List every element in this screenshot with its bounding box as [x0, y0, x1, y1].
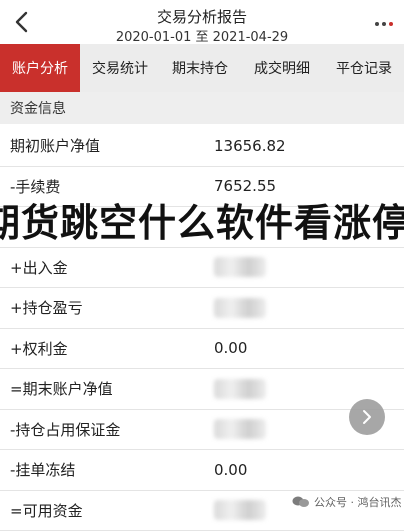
redacted-value: [214, 419, 266, 439]
list-item: 期初账户净值 13656.82: [0, 126, 404, 167]
tab-bar: 账户分析 交易统计 期末持仓 成交明细 平仓记录: [0, 44, 404, 92]
watermark: 公众号 · 鸿台讯杰: [292, 492, 402, 512]
list-item: =期末账户净值: [0, 369, 404, 410]
next-button[interactable]: [349, 399, 385, 435]
page-title: 交易分析报告: [0, 6, 404, 27]
row-label: -挂单冻结: [10, 459, 75, 480]
tab-account-analysis[interactable]: 账户分析: [0, 44, 80, 92]
redacted-value: [214, 379, 266, 399]
list-item: +权利金 0.00: [0, 329, 404, 370]
row-value: 0.00: [214, 339, 247, 357]
section-header: 资金信息: [0, 92, 404, 124]
row-value: 7652.55: [214, 177, 276, 195]
tab-trade-stats[interactable]: 交易统计: [80, 44, 160, 92]
row-value: 0.00: [214, 461, 247, 479]
row-label: =可用资金: [10, 500, 83, 521]
app-header: 交易分析报告 2020-01-01 至 2021-04-29: [0, 0, 404, 44]
section-title: 资金信息: [10, 98, 66, 118]
tab-trade-details[interactable]: 成交明细: [240, 44, 324, 92]
wechat-icon: [292, 496, 310, 508]
row-label: -持仓占用保证金: [10, 419, 120, 440]
row-label: +持仓盈亏: [10, 297, 83, 318]
date-range: 2020-01-01 至 2021-04-29: [0, 26, 404, 45]
list-item: +出入金: [0, 248, 404, 289]
redacted-value: [214, 298, 266, 318]
redacted-value: [214, 257, 266, 277]
list-item: +持仓盈亏: [0, 288, 404, 329]
tab-close-records[interactable]: 平仓记录: [324, 44, 404, 92]
row-value: 13656.82: [214, 137, 286, 155]
watermark-text: 公众号 · 鸿台讯杰: [314, 494, 402, 510]
row-label: +权利金: [10, 338, 68, 359]
overlay-banner: 期货跳空什么软件看涨停: [0, 197, 404, 241]
list-item: -挂单冻结 0.00: [0, 450, 404, 491]
chevron-right-icon: [361, 409, 373, 425]
more-button[interactable]: [374, 12, 394, 30]
tab-closing-positions[interactable]: 期末持仓: [160, 44, 240, 92]
more-dots-icon: [374, 12, 394, 30]
row-label: +出入金: [10, 257, 68, 278]
redacted-value: [214, 500, 266, 520]
row-label: =期末账户净值: [10, 378, 113, 399]
list-item: -持仓占用保证金: [0, 410, 404, 451]
row-label: -手续费: [10, 176, 60, 197]
banner-text: 期货跳空什么软件看涨停: [0, 197, 404, 241]
fund-info-list: 期初账户净值 13656.82 -手续费 7652.55 +出入金 +持仓盈亏 …: [0, 126, 404, 531]
row-label: 期初账户净值: [10, 135, 100, 156]
